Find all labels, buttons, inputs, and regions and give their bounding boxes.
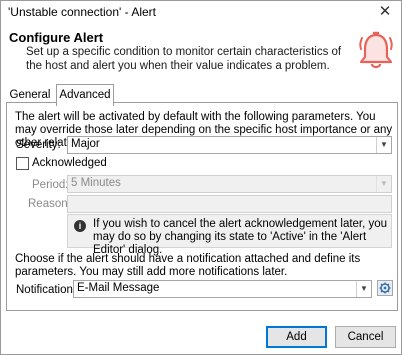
notification-select[interactable]: E-Mail Message ▼: [73, 280, 372, 298]
acknowledged-checkbox[interactable]: [16, 157, 29, 170]
title-bar: 'Unstable connection' - Alert ✕: [1, 1, 401, 23]
cancel-button[interactable]: Cancel: [335, 326, 396, 348]
period-select[interactable]: 5 Minutes ▼: [67, 175, 392, 193]
period-value: 5 Minutes: [71, 177, 121, 189]
alert-dialog: 'Unstable connection' - Alert ✕ Configur…: [0, 0, 402, 355]
reason-label: Reason:: [28, 198, 71, 210]
chevron-down-icon[interactable]: ▼: [356, 281, 371, 297]
info-icon: i: [74, 220, 86, 232]
notification-intro: Choose if the alert should have a notifi…: [15, 253, 361, 278]
header-title: Configure Alert: [9, 30, 104, 45]
reason-field[interactable]: [67, 195, 392, 213]
severity-select[interactable]: Major ▼: [67, 136, 392, 154]
close-icon[interactable]: ✕: [377, 4, 393, 20]
info-box: i If you wish to cancel the alert acknow…: [67, 214, 392, 256]
advanced-panel: The alert will be activated by default w…: [6, 102, 398, 311]
period-label: Period:: [32, 179, 69, 191]
severity-label: Severity:: [16, 139, 61, 151]
chevron-down-icon[interactable]: ▼: [376, 137, 391, 153]
info-text: If you wish to cancel the alert acknowle…: [93, 218, 388, 256]
notification-value: E-Mail Message: [77, 282, 160, 294]
acknowledged-label: Acknowledged: [32, 157, 107, 169]
tab-advanced[interactable]: Advanced: [56, 84, 114, 106]
gear-icon: [379, 282, 391, 294]
add-button[interactable]: Add: [266, 326, 327, 348]
notification-label: Notification:: [16, 284, 77, 296]
bell-icon: [359, 31, 393, 69]
notification-settings-button[interactable]: [377, 280, 393, 296]
severity-value: Major: [71, 138, 100, 150]
window-title: 'Unstable connection' - Alert: [8, 5, 156, 19]
header-description: Set up a specific condition to monitor c…: [26, 46, 342, 72]
chevron-down-icon[interactable]: ▼: [376, 176, 391, 192]
